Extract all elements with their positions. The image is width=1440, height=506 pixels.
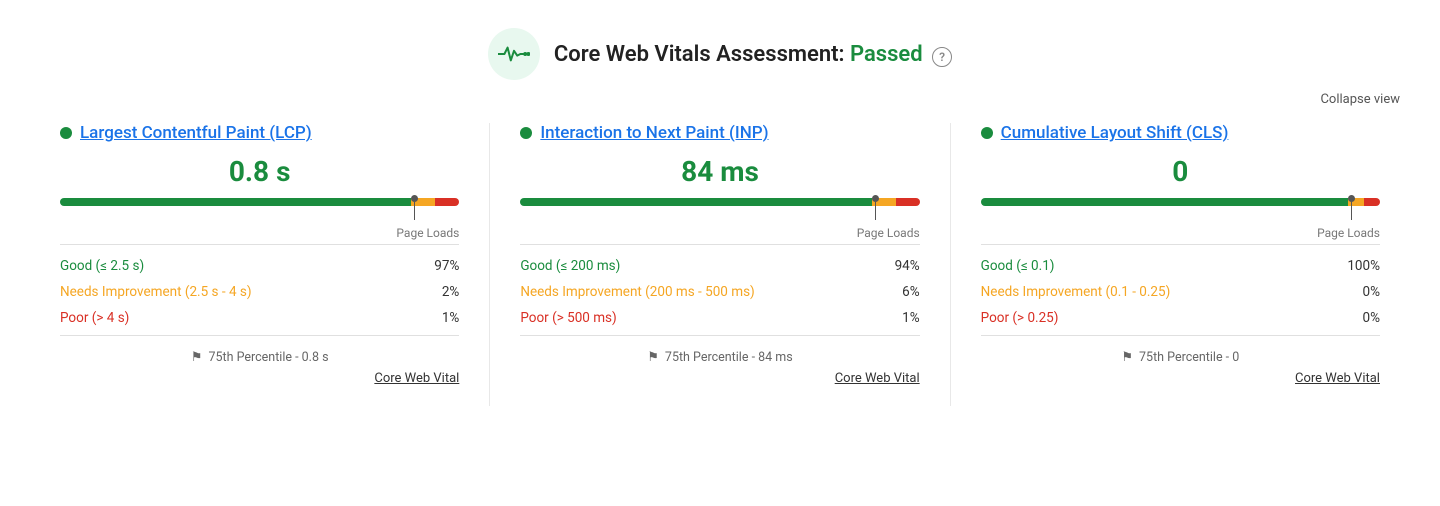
marker-line-inp (875, 202, 876, 220)
divider2-lcp (60, 335, 459, 336)
collapse-link[interactable]: Collapse view (1320, 92, 1400, 107)
stat-value-cls-2: 0% (1363, 310, 1380, 326)
metrics-row: Largest Contentful Paint (LCP) 0.8 s Pag… (0, 123, 1440, 406)
help-icon[interactable]: ? (932, 47, 952, 67)
metric-value-inp: 84 ms (520, 155, 919, 188)
flag-icon-inp: ⚑ (647, 350, 659, 365)
metric-value-cls: 0 (981, 155, 1380, 188)
percentile-row-inp: ⚑ 75th Percentile - 84 ms (520, 344, 919, 365)
status-dot-lcp (60, 127, 72, 139)
stat-label-cls-0: Good (≤ 0.1) (981, 258, 1055, 274)
vitals-icon (498, 44, 530, 64)
stat-label-cls-2: Poor (> 0.25) (981, 310, 1059, 326)
stat-row-inp-1: Needs Improvement (200 ms - 500 ms) 6% (520, 279, 919, 305)
metric-title-lcp[interactable]: Largest Contentful Paint (LCP) (80, 123, 312, 143)
stat-value-inp-1: 6% (902, 284, 919, 300)
page-header: Core Web Vitals Assessment: Passed ? (0, 0, 1440, 88)
stat-label-lcp-1: Needs Improvement (2.5 s - 4 s) (60, 284, 252, 300)
stat-label-lcp-2: Poor (> 4 s) (60, 310, 129, 326)
percentile-text-inp: 75th Percentile - 84 ms (665, 350, 793, 365)
stat-label-inp-0: Good (≤ 200 ms) (520, 258, 620, 274)
core-web-vital-link-cls[interactable]: Core Web Vital (981, 371, 1380, 386)
stat-label-inp-2: Poor (> 500 ms) (520, 310, 616, 326)
divider2-inp (520, 335, 919, 336)
status-dot-inp (520, 127, 532, 139)
stat-label-inp-1: Needs Improvement (200 ms - 500 ms) (520, 284, 754, 300)
gauge-track-cls (981, 198, 1380, 206)
page-title: Core Web Vitals Assessment: Passed ? (554, 42, 952, 67)
gauge-red-cls (1364, 198, 1380, 206)
stat-row-lcp-0: Good (≤ 2.5 s) 97% (60, 253, 459, 279)
marker-dot-lcp (411, 195, 418, 202)
metric-title-cls[interactable]: Cumulative Layout Shift (CLS) (1001, 123, 1229, 143)
stat-label-lcp-0: Good (≤ 2.5 s) (60, 258, 144, 274)
percentile-text-lcp: 75th Percentile - 0.8 s (208, 350, 328, 365)
gauge-track-inp (520, 198, 919, 206)
metric-card-lcp: Largest Contentful Paint (LCP) 0.8 s Pag… (30, 123, 490, 406)
gauge-green-inp (520, 198, 871, 206)
gauge-track-lcp (60, 198, 459, 206)
divider-cls (981, 244, 1380, 245)
status-dot-cls (981, 127, 993, 139)
gauge-inp (520, 198, 919, 218)
gauge-marker-lcp (411, 198, 418, 220)
stat-row-cls-2: Poor (> 0.25) 0% (981, 305, 1380, 331)
page-loads-label-lcp: Page Loads (60, 226, 459, 240)
page-loads-label-cls: Page Loads (981, 226, 1380, 240)
marker-line-cls (1351, 202, 1352, 220)
core-web-vital-link-lcp[interactable]: Core Web Vital (60, 371, 459, 386)
page-loads-label-inp: Page Loads (520, 226, 919, 240)
gauge-red-lcp (435, 198, 459, 206)
stat-label-cls-1: Needs Improvement (0.1 - 0.25) (981, 284, 1171, 300)
marker-line-lcp (414, 202, 415, 220)
gauge-cls (981, 198, 1380, 218)
stat-row-cls-0: Good (≤ 0.1) 100% (981, 253, 1380, 279)
marker-dot-inp (872, 195, 879, 202)
gauge-lcp (60, 198, 459, 218)
metric-title-inp[interactable]: Interaction to Next Paint (INP) (540, 123, 768, 143)
metric-title-row-inp: Interaction to Next Paint (INP) (520, 123, 919, 143)
percentile-row-lcp: ⚑ 75th Percentile - 0.8 s (60, 344, 459, 365)
divider-inp (520, 244, 919, 245)
stat-row-inp-0: Good (≤ 200 ms) 94% (520, 253, 919, 279)
stat-value-lcp-1: 2% (442, 284, 459, 300)
gauge-marker-cls (1348, 198, 1355, 220)
stat-value-inp-2: 1% (902, 310, 919, 326)
divider-lcp (60, 244, 459, 245)
vitals-icon-circle (488, 28, 540, 80)
metric-title-row-cls: Cumulative Layout Shift (CLS) (981, 123, 1380, 143)
metric-card-cls: Cumulative Layout Shift (CLS) 0 Page Loa… (951, 123, 1410, 406)
stat-row-lcp-1: Needs Improvement (2.5 s - 4 s) 2% (60, 279, 459, 305)
divider2-cls (981, 335, 1380, 336)
stat-value-inp-0: 94% (895, 258, 920, 274)
gauge-green-lcp (60, 198, 411, 206)
flag-icon-lcp: ⚑ (191, 350, 203, 365)
stat-value-cls-1: 0% (1363, 284, 1380, 300)
core-web-vital-link-inp[interactable]: Core Web Vital (520, 371, 919, 386)
stat-row-inp-2: Poor (> 500 ms) 1% (520, 305, 919, 331)
gauge-green-cls (981, 198, 1348, 206)
metric-card-inp: Interaction to Next Paint (INP) 84 ms Pa… (490, 123, 950, 406)
stat-value-lcp-2: 1% (442, 310, 459, 326)
stat-row-lcp-2: Poor (> 4 s) 1% (60, 305, 459, 331)
percentile-text-cls: 75th Percentile - 0 (1139, 350, 1239, 365)
marker-dot-cls (1348, 195, 1355, 202)
metric-value-lcp: 0.8 s (60, 155, 459, 188)
percentile-row-cls: ⚑ 75th Percentile - 0 (981, 344, 1380, 365)
stat-value-cls-0: 100% (1347, 258, 1380, 274)
stat-value-lcp-0: 97% (434, 258, 459, 274)
gauge-marker-inp (872, 198, 879, 220)
flag-icon-cls: ⚑ (1121, 350, 1133, 365)
gauge-red-inp (896, 198, 920, 206)
metric-title-row-lcp: Largest Contentful Paint (LCP) (60, 123, 459, 143)
stat-row-cls-1: Needs Improvement (0.1 - 0.25) 0% (981, 279, 1380, 305)
collapse-row: Collapse view (0, 88, 1440, 123)
